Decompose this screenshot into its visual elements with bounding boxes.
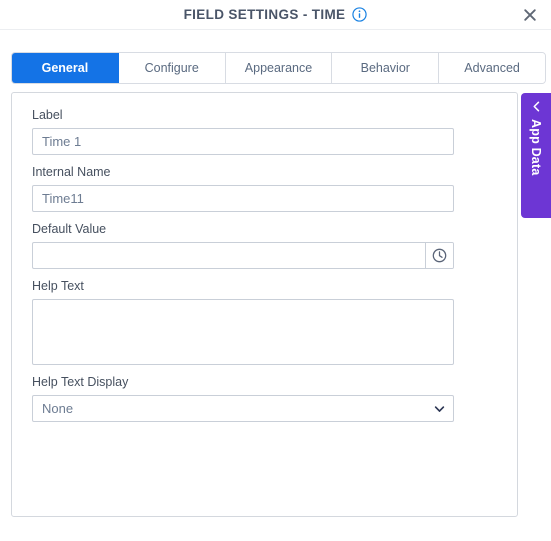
label-input[interactable] bbox=[32, 128, 454, 155]
time-picker-button[interactable] bbox=[425, 243, 453, 268]
default-value-field-caption: Default Value bbox=[32, 222, 107, 236]
field-help-text-display-group: Help Text Display None bbox=[32, 374, 497, 422]
tab-configure[interactable]: Configure bbox=[118, 53, 226, 83]
app-data-panel-toggle[interactable]: App Data bbox=[521, 93, 551, 218]
field-label-group: Label bbox=[32, 107, 497, 155]
field-help-text-group: Help Text bbox=[32, 278, 497, 365]
field-default-value-group: Default Value bbox=[32, 221, 497, 269]
close-button[interactable] bbox=[519, 4, 541, 26]
info-circle-icon[interactable] bbox=[352, 7, 368, 22]
page-title: FIELD SETTINGS - TIME bbox=[183, 7, 346, 22]
dialog-title-group: FIELD SETTINGS - TIME bbox=[184, 7, 368, 22]
label-field-caption: Label bbox=[32, 108, 63, 122]
default-value-input-group bbox=[32, 242, 454, 269]
help-text-display-select[interactable]: None bbox=[32, 395, 454, 422]
tab-appearance[interactable]: Appearance bbox=[225, 53, 333, 83]
field-internal-name-group: Internal Name bbox=[32, 164, 497, 212]
field-settings-dialog: FIELD SETTINGS - TIME General Configure … bbox=[0, 0, 551, 541]
help-text-display-select-wrap: None bbox=[32, 395, 454, 422]
tab-advanced[interactable]: Advanced bbox=[439, 53, 545, 83]
help-text-display-field-caption: Help Text Display bbox=[32, 375, 129, 389]
default-value-input[interactable] bbox=[33, 243, 425, 268]
general-settings-panel: Label Internal Name Default Value bbox=[11, 92, 518, 517]
internal-name-field-caption: Internal Name bbox=[32, 165, 111, 179]
chevron-left-icon bbox=[532, 101, 539, 112]
tab-general[interactable]: General bbox=[12, 53, 119, 83]
close-icon bbox=[524, 8, 536, 21]
dialog-header: FIELD SETTINGS - TIME bbox=[0, 0, 551, 30]
internal-name-input[interactable] bbox=[32, 185, 454, 212]
clock-icon bbox=[432, 248, 447, 263]
help-text-field-caption: Help Text bbox=[32, 279, 84, 293]
help-text-textarea[interactable] bbox=[32, 299, 454, 365]
settings-tab-bar: General Configure Appearance Behavior Ad… bbox=[11, 52, 546, 84]
app-data-panel-label: App Data bbox=[529, 119, 543, 176]
tab-behavior[interactable]: Behavior bbox=[332, 53, 440, 83]
